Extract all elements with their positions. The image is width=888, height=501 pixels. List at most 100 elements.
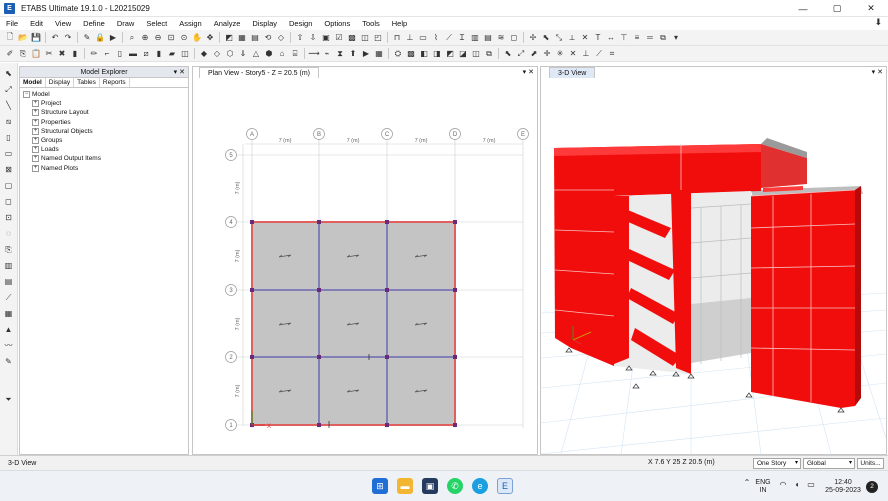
draw-beam-icon[interactable]: ▬ <box>127 48 139 60</box>
text-icon[interactable]: T <box>592 32 604 44</box>
snap-line-icon[interactable]: ⟋ <box>593 48 605 60</box>
select-all-icon[interactable]: ▣ <box>320 32 332 44</box>
expand-icon[interactable]: + <box>32 155 39 163</box>
tab-model[interactable]: Model <box>20 78 46 87</box>
zoom-rubber-icon[interactable]: ⌕ <box>126 32 138 44</box>
line-style-icon[interactable]: ═ <box>644 32 656 44</box>
snap-intersection-icon[interactable]: ✕ <box>567 48 579 60</box>
tree-item-project[interactable]: + Project <box>32 99 185 108</box>
slab-design-icon[interactable]: ◩ <box>444 48 456 60</box>
tab-display[interactable]: Display <box>46 78 75 87</box>
draw-slab-icon[interactable]: ▰ <box>166 48 178 60</box>
tab-reports[interactable]: Reports <box>100 78 130 87</box>
expand-icon[interactable]: + <box>32 164 39 172</box>
menu-design[interactable]: Design <box>283 19 318 28</box>
assign-support-icon[interactable]: △ <box>250 48 262 60</box>
brush-icon[interactable]: ✐ <box>4 48 16 60</box>
pdelta-icon[interactable]: ⧉ <box>483 48 495 60</box>
area-icon[interactable]: ▭ <box>417 32 429 44</box>
link-icon[interactable]: ⌇ <box>430 32 442 44</box>
plan-view-pin-close-icon[interactable]: ▾ ✕ <box>523 67 534 78</box>
select-mode-icon[interactable]: ⬉ <box>502 48 514 60</box>
pier-icon[interactable]: ⌂ <box>276 48 288 60</box>
draw-tendon-icon[interactable]: ▥ <box>3 259 15 272</box>
draw-opening-tool-icon[interactable]: ⊡ <box>3 211 15 224</box>
3d-view-canvas[interactable] <box>541 78 886 454</box>
windows-start-icon[interactable]: ⊞ <box>372 478 388 494</box>
speaker-icon[interactable]: ◖ <box>791 481 803 489</box>
object-shrink-icon[interactable]: ◫ <box>359 32 371 44</box>
steel-design-icon[interactable]: ⛭ <box>392 48 404 60</box>
reshape-tool-icon[interactable]: ⤢ <box>3 83 15 96</box>
run-analysis-icon[interactable]: ▶ <box>107 32 119 44</box>
menu-draw[interactable]: Draw <box>111 19 141 28</box>
table-icon[interactable]: ▦ <box>373 48 385 60</box>
show-deformed-icon[interactable]: ⟿ <box>308 48 320 60</box>
lock-icon[interactable]: 🔒 <box>94 32 106 44</box>
minimize-button[interactable]: — <box>786 0 820 17</box>
3d-view-pin-close-icon[interactable]: ▾ ✕ <box>872 67 883 78</box>
save-icon[interactable]: 💾 <box>30 32 42 44</box>
menu-view[interactable]: View <box>49 19 77 28</box>
menu-file[interactable]: File <box>0 19 24 28</box>
composite-design-icon[interactable]: ◧ <box>418 48 430 60</box>
snap-grid-icon[interactable]: ⌗ <box>606 48 618 60</box>
foundation-design-icon[interactable]: ◪ <box>457 48 469 60</box>
joint-icon[interactable]: ⊥ <box>404 32 416 44</box>
tab-tables[interactable]: Tables <box>74 78 100 87</box>
panel-pin-close-icon[interactable]: ▾ ✕ <box>174 67 185 78</box>
elevation-view-icon[interactable]: ▤ <box>249 32 261 44</box>
draw-grid-icon[interactable]: ▦ <box>3 307 15 320</box>
zoom-in-icon[interactable]: ⊕ <box>139 32 151 44</box>
copy-icon[interactable]: ⎘ <box>17 48 29 60</box>
shear-wall-right-side[interactable] <box>855 186 861 406</box>
delete-icon[interactable]: ✖ <box>56 48 68 60</box>
menu-help[interactable]: Help <box>386 19 413 28</box>
open-icon[interactable]: 📂 <box>17 32 29 44</box>
show-stress-icon[interactable]: ⧗ <box>334 48 346 60</box>
wall-icon[interactable]: ▥ <box>469 32 481 44</box>
pan-icon[interactable]: ✋ <box>191 32 203 44</box>
scroll-down-icon[interactable]: ⏷ <box>3 393 15 406</box>
draw-diagonal-icon[interactable]: ⧅ <box>3 115 15 128</box>
cross-icon[interactable]: ✕ <box>579 32 591 44</box>
zoom-out-icon[interactable]: ⊖ <box>152 32 164 44</box>
menu-display[interactable]: Display <box>246 19 283 28</box>
perspective-icon[interactable]: ◇ <box>275 32 287 44</box>
download-arrow-icon[interactable]: ⬇ <box>874 17 882 28</box>
tree-item-properties[interactable]: + Properties <box>32 118 185 127</box>
tree-item-groups[interactable]: + Groups <box>32 136 185 145</box>
shear-wall-design-icon[interactable]: ◫ <box>470 48 482 60</box>
pan-arrows-icon[interactable]: ✥ <box>204 32 216 44</box>
draw-spring-icon[interactable]: 〰 <box>3 339 15 352</box>
draw-link-icon[interactable]: ⎘ <box>3 243 15 256</box>
draw-brace-icon[interactable]: ⧄ <box>140 48 152 60</box>
new-model-icon[interactable]: 🗋 <box>4 32 16 44</box>
close-button[interactable]: ✕ <box>854 0 888 17</box>
concrete-design-icon[interactable]: ▩ <box>405 48 417 60</box>
3d-view-tab[interactable]: 3-D View <box>549 67 596 78</box>
expand-icon[interactable]: + <box>32 146 39 154</box>
rebar-icon[interactable]: ≡ <box>631 32 643 44</box>
stretch-object-icon[interactable]: ⬈ <box>528 48 540 60</box>
tree-item-loads[interactable]: + Loads <box>32 145 185 154</box>
draw-column-icon[interactable]: ▯ <box>114 48 126 60</box>
collapse-icon[interactable]: − <box>23 91 30 99</box>
extrude-icon[interactable]: ◰ <box>372 32 384 44</box>
draw-wall-tool-icon[interactable]: ◻ <box>3 195 15 208</box>
store-icon[interactable]: ▣ <box>422 478 438 494</box>
slab-icon[interactable]: ▤ <box>482 32 494 44</box>
menu-assign[interactable]: Assign <box>173 19 208 28</box>
reshape-icon[interactable]: ⤢ <box>515 48 527 60</box>
pointer-icon[interactable]: ⬉ <box>540 32 552 44</box>
stretch-icon[interactable]: ⤡ <box>553 32 565 44</box>
draw-wall-icon[interactable]: ▮ <box>153 48 165 60</box>
animate-icon[interactable]: ▶ <box>360 48 372 60</box>
story-select[interactable]: One Story ▾ <box>753 458 801 469</box>
expand-icon[interactable]: + <box>32 100 39 108</box>
rotate-icon[interactable]: ⟲ <box>262 32 274 44</box>
snap-perpendicular-icon[interactable]: ⊥ <box>580 48 592 60</box>
snap-point-icon[interactable]: ✛ <box>541 48 553 60</box>
tree-item-named-output-items[interactable]: + Named Output Items <box>32 154 185 163</box>
wifi-icon[interactable]: ◠ <box>777 481 789 489</box>
